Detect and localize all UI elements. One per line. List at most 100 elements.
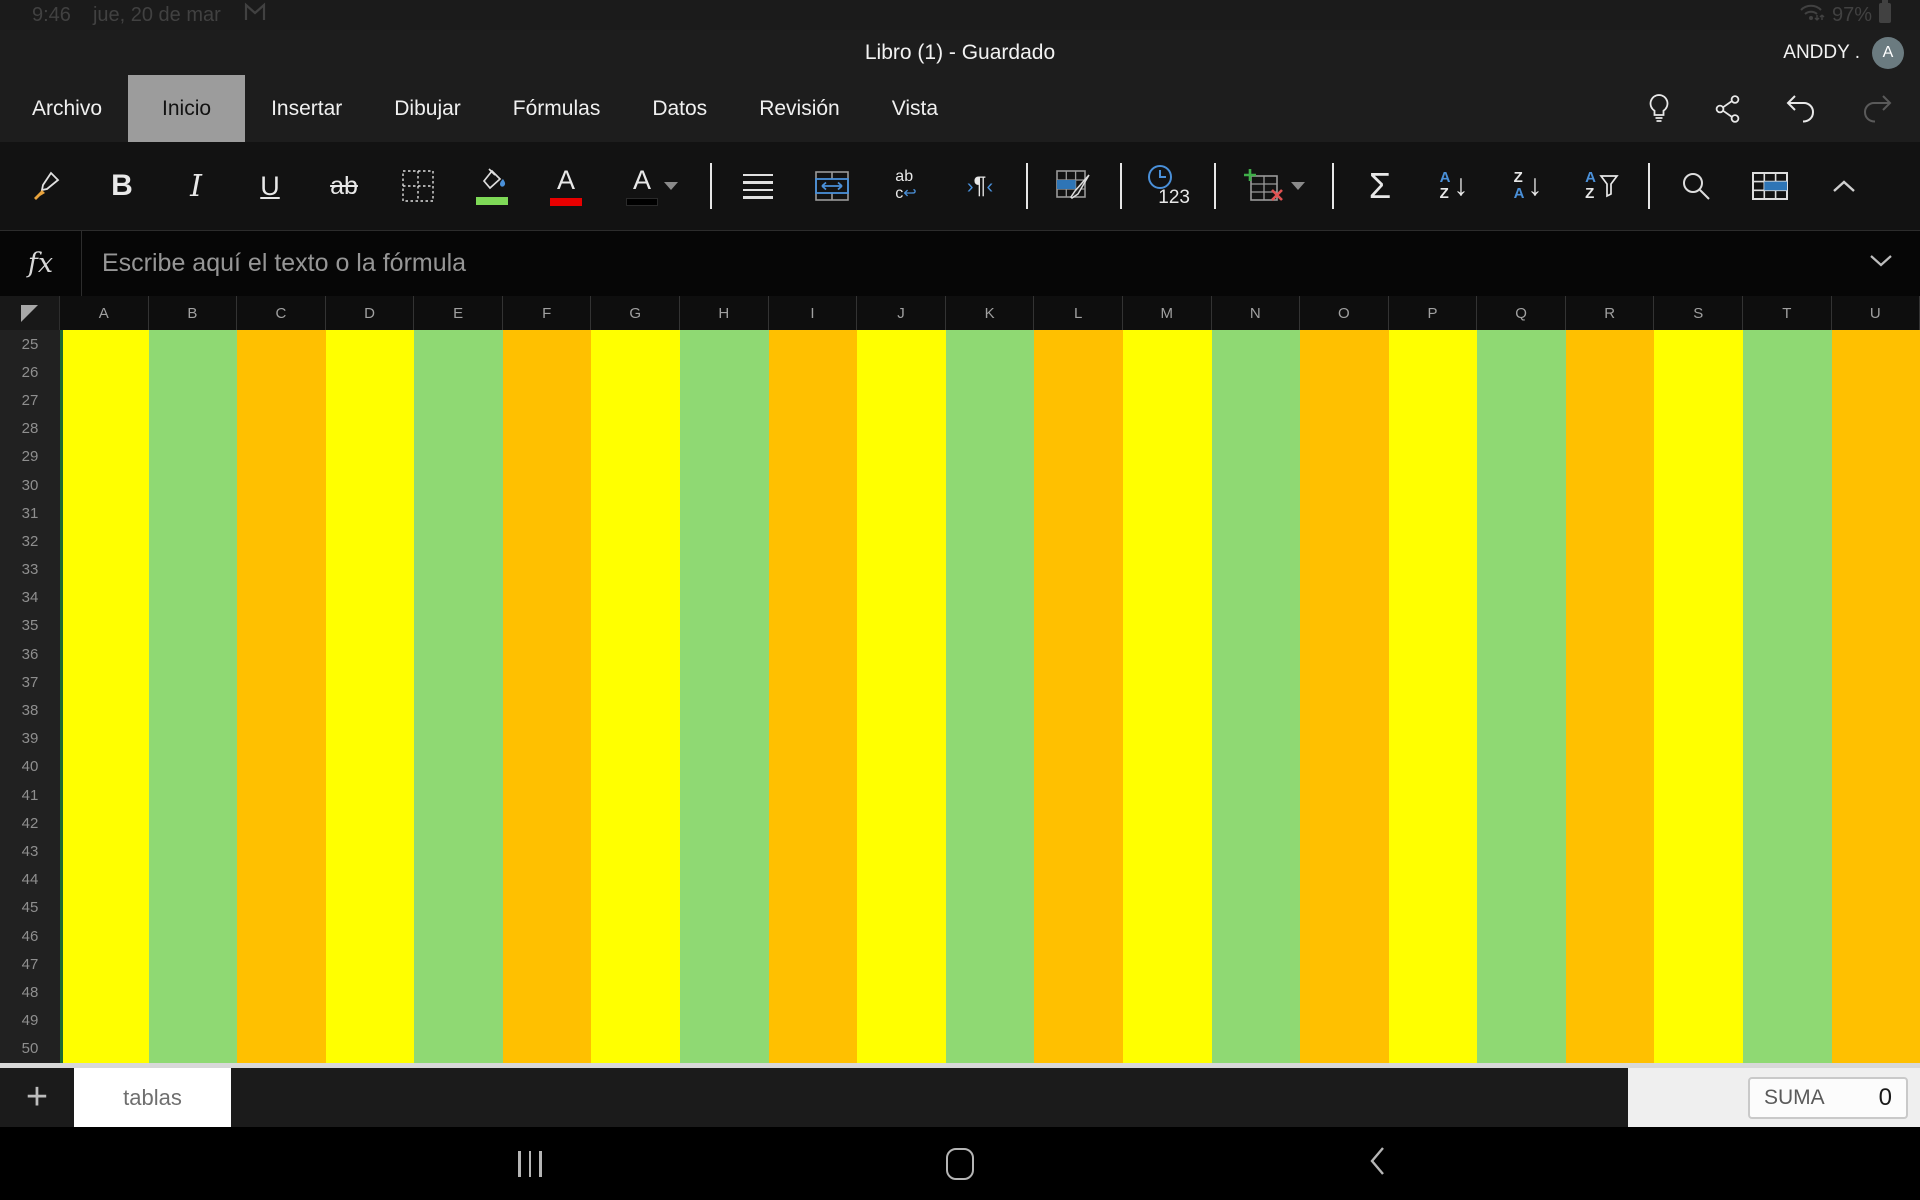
- column-header-O[interactable]: O: [1300, 296, 1389, 330]
- column-header-T[interactable]: T: [1743, 296, 1832, 330]
- column-fill-P[interactable]: [1389, 330, 1478, 1063]
- column-header-H[interactable]: H: [680, 296, 769, 330]
- row-header-25[interactable]: 25: [0, 330, 60, 358]
- column-header-M[interactable]: M: [1123, 296, 1212, 330]
- row-header-35[interactable]: 35: [0, 612, 60, 640]
- column-fill-Q[interactable]: [1477, 330, 1566, 1063]
- column-fill-U[interactable]: [1832, 330, 1920, 1063]
- bold-button[interactable]: B: [94, 154, 150, 218]
- recents-icon[interactable]: [518, 1151, 542, 1177]
- column-fill-N[interactable]: [1212, 330, 1301, 1063]
- row-header-40[interactable]: 40: [0, 753, 60, 781]
- column-fill-I[interactable]: [769, 330, 858, 1063]
- row-header-27[interactable]: 27: [0, 386, 60, 414]
- sort-descending-button[interactable]: ZA ↓: [1500, 154, 1556, 218]
- insert-delete-cells-button[interactable]: [1234, 154, 1314, 218]
- tab-datos[interactable]: Datos: [626, 75, 733, 142]
- row-header-48[interactable]: 48: [0, 978, 60, 1006]
- column-header-S[interactable]: S: [1654, 296, 1743, 330]
- sheet-tab-tablas[interactable]: tablas: [74, 1068, 231, 1127]
- row-header-39[interactable]: 39: [0, 725, 60, 753]
- column-fill-C[interactable]: [237, 330, 326, 1063]
- wrap-text-button[interactable]: ab c↩: [878, 154, 934, 218]
- column-header-N[interactable]: N: [1212, 296, 1301, 330]
- column-header-G[interactable]: G: [591, 296, 680, 330]
- formula-input[interactable]: Escribe aquí el texto o la fórmula: [82, 249, 1868, 278]
- row-header-36[interactable]: 36: [0, 640, 60, 668]
- tab-archivo[interactable]: Archivo: [0, 75, 128, 142]
- avatar[interactable]: A: [1872, 37, 1904, 69]
- column-header-P[interactable]: P: [1389, 296, 1478, 330]
- home-icon[interactable]: [946, 1148, 974, 1180]
- row-header-34[interactable]: 34: [0, 584, 60, 612]
- borders-button[interactable]: [390, 154, 446, 218]
- back-icon[interactable]: [1368, 1145, 1386, 1182]
- row-header-47[interactable]: 47: [0, 950, 60, 978]
- autosum-button[interactable]: Σ: [1352, 154, 1408, 218]
- strikethrough-button[interactable]: ab: [316, 154, 372, 218]
- column-fill-A[interactable]: [60, 330, 149, 1063]
- row-header-37[interactable]: 37: [0, 668, 60, 696]
- column-fill-H[interactable]: [680, 330, 769, 1063]
- column-header-U[interactable]: U: [1832, 296, 1920, 330]
- column-fill-T[interactable]: [1743, 330, 1832, 1063]
- column-header-E[interactable]: E: [414, 296, 503, 330]
- row-header-31[interactable]: 31: [0, 499, 60, 527]
- column-header-F[interactable]: F: [503, 296, 592, 330]
- column-fill-M[interactable]: [1123, 330, 1212, 1063]
- column-fill-O[interactable]: [1300, 330, 1389, 1063]
- merge-cells-button[interactable]: [804, 154, 860, 218]
- column-header-J[interactable]: J: [857, 296, 946, 330]
- collapse-ribbon-button[interactable]: [1816, 154, 1872, 218]
- column-fill-J[interactable]: [857, 330, 946, 1063]
- underline-button[interactable]: U: [242, 154, 298, 218]
- row-header-43[interactable]: 43: [0, 837, 60, 865]
- tab-formulas[interactable]: Fórmulas: [487, 75, 627, 142]
- column-header-D[interactable]: D: [326, 296, 415, 330]
- row-header-41[interactable]: 41: [0, 781, 60, 809]
- column-header-I[interactable]: I: [769, 296, 858, 330]
- keyboard-grid-toggle[interactable]: [1742, 154, 1798, 218]
- column-header-R[interactable]: R: [1566, 296, 1655, 330]
- tab-dibujar[interactable]: Dibujar: [368, 75, 487, 142]
- undo-icon[interactable]: [1784, 93, 1818, 125]
- row-header-26[interactable]: 26: [0, 358, 60, 386]
- aggregate-box[interactable]: SUMA 0: [1748, 1077, 1908, 1119]
- row-header-38[interactable]: 38: [0, 696, 60, 724]
- column-fill-L[interactable]: [1034, 330, 1123, 1063]
- row-header-42[interactable]: 42: [0, 809, 60, 837]
- column-header-K[interactable]: K: [946, 296, 1035, 330]
- text-direction-button[interactable]: ›¶‹: [952, 154, 1008, 218]
- column-header-Q[interactable]: Q: [1477, 296, 1566, 330]
- row-header-30[interactable]: 30: [0, 471, 60, 499]
- column-fill-R[interactable]: [1566, 330, 1655, 1063]
- column-fill-B[interactable]: [149, 330, 238, 1063]
- row-header-49[interactable]: 49: [0, 1007, 60, 1035]
- tab-insertar[interactable]: Insertar: [245, 75, 368, 142]
- font-color-button[interactable]: A: [538, 154, 594, 218]
- row-header-44[interactable]: 44: [0, 866, 60, 894]
- align-button[interactable]: [730, 154, 786, 218]
- row-header-33[interactable]: 33: [0, 556, 60, 584]
- column-fill-G[interactable]: [591, 330, 680, 1063]
- column-header-B[interactable]: B: [149, 296, 238, 330]
- row-header-29[interactable]: 29: [0, 443, 60, 471]
- spreadsheet-grid[interactable]: 2526272829303132333435363738394041424344…: [0, 330, 1920, 1063]
- number-format-button[interactable]: 123: [1140, 154, 1196, 218]
- filter-button[interactable]: AZ: [1574, 154, 1630, 218]
- tab-revision[interactable]: Revisión: [733, 75, 866, 142]
- row-header-28[interactable]: 28: [0, 415, 60, 443]
- tab-inicio[interactable]: Inicio: [128, 75, 245, 142]
- column-header-C[interactable]: C: [237, 296, 326, 330]
- column-header-A[interactable]: A: [60, 296, 149, 330]
- cell-styles-button[interactable]: [1046, 154, 1102, 218]
- format-painter-button[interactable]: [20, 154, 76, 218]
- formula-expand-button[interactable]: [1868, 253, 1920, 274]
- share-icon[interactable]: [1714, 94, 1742, 124]
- column-fill-F[interactable]: [503, 330, 592, 1063]
- column-fill-S[interactable]: [1654, 330, 1743, 1063]
- account-area[interactable]: ANDDY . A: [1783, 37, 1920, 69]
- column-fill-E[interactable]: [414, 330, 503, 1063]
- text-color-dropdown[interactable]: A: [612, 154, 692, 218]
- fill-color-button[interactable]: [464, 154, 520, 218]
